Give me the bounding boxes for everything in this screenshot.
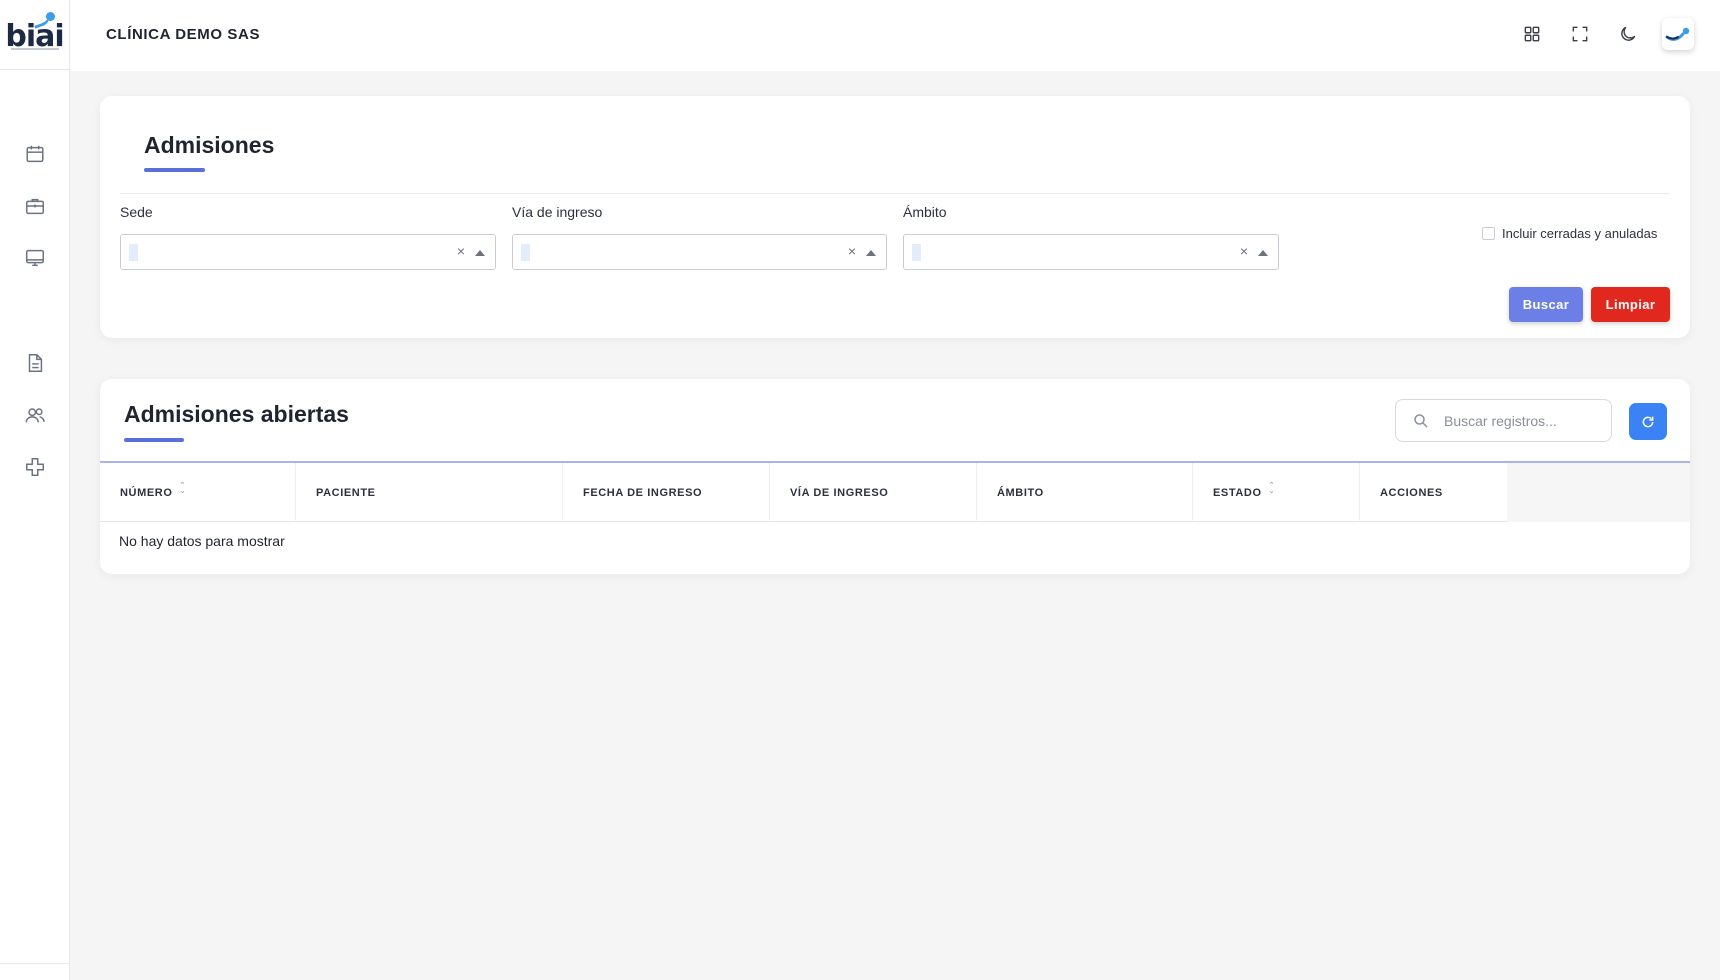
empty-table-message: No hay datos para mostrar [119,533,285,549]
fullscreen-button[interactable] [1556,14,1604,54]
table-header: NÚMERO ⌃ ⌄ PACIENTE FECHA DE INGRESO VÍA … [100,461,1690,522]
column-estado-label: ESTADO [1213,486,1262,499]
select-cursor [912,244,921,261]
via-ingreso-clear-icon[interactable]: × [848,243,856,259]
via-ingreso-select[interactable]: × [512,234,887,270]
column-paciente-label: PACIENTE [316,486,376,499]
document-icon [28,354,43,372]
ambito-clear-icon[interactable]: × [1240,243,1248,259]
select-cursor [129,244,138,261]
dark-mode-icon [1621,26,1636,41]
column-ambito[interactable]: ÁMBITO [977,463,1193,522]
column-fecha-label: FECHA DE INGRESO [583,486,703,499]
table-title: Admisiones abiertas [124,401,349,427]
column-estado[interactable]: ESTADO ⌃ ⌄ [1193,463,1360,522]
column-acciones: ACCIONES [1360,463,1507,522]
via-ingreso-label: Vía de ingreso [512,204,603,220]
sidebar: biai [0,0,70,980]
sort-icon[interactable]: ⌃ ⌄ [1269,482,1275,495]
logo-dot [46,12,55,21]
include-closed-option[interactable]: Incluir cerradas y anuladas [1482,226,1657,241]
users-icon [25,408,45,423]
apps-grid-icon [1524,26,1540,42]
column-via-label: VÍA DE INGRESO [790,486,889,499]
column-acciones-label: ACCIONES [1380,486,1443,499]
fullscreen-icon [1572,26,1588,42]
company-name: CLÍNICA DEMO SAS [106,26,261,43]
column-numero-label: NÚMERO [120,486,173,499]
briefcase-icon [26,198,44,215]
monitor-icon [26,249,44,267]
include-closed-label: Incluir cerradas y anuladas [1502,226,1658,241]
ambito-label: Ámbito [903,204,947,220]
sidebar-nav-bottom [0,337,70,493]
records-search[interactable] [1395,399,1612,442]
sidebar-item-document[interactable] [0,337,70,389]
open-admissions-card: Admisiones abiertas NÚMERO ⌃⌄ PACIENTE F… [100,379,1690,574]
sidebar-item-users[interactable] [0,389,70,441]
header-filler [1507,463,1690,522]
title-underline [144,168,205,172]
sidebar-item-medical[interactable] [0,441,70,493]
logo-tagline-mark [11,48,59,50]
column-ambito-label: ÁMBITO [997,486,1044,499]
clear-button[interactable]: Limpiar [1591,287,1670,322]
filters-divider [120,193,1670,194]
column-via-ingreso[interactable]: VÍA DE INGRESO [770,463,977,522]
sort-icon[interactable]: ⌃ ⌄ [180,482,186,495]
filters-card: Admisiones Sede × Vía de ingreso × Ámbit… [100,96,1690,338]
refresh-icon [1642,416,1654,427]
page-title: Admisiones [144,132,275,158]
sidebar-nav-top [0,128,70,284]
search-button[interactable]: Buscar [1509,287,1583,322]
top-bar-actions [1508,14,1694,54]
column-paciente[interactable]: PACIENTE [296,463,563,522]
sidebar-footer [0,963,70,980]
apps-grid-button[interactable] [1508,14,1556,54]
select-cursor [521,244,530,261]
sidebar-item-monitor[interactable] [0,232,70,284]
column-fecha-ingreso[interactable]: FECHA DE INGRESO [563,463,770,522]
table-title-underline [124,438,184,442]
refresh-button[interactable] [1629,403,1667,440]
sede-select[interactable]: × [120,234,496,270]
search-icon [1414,414,1428,428]
sede-label: Sede [120,204,153,220]
sidebar-item-briefcase[interactable] [0,180,70,232]
sede-clear-icon[interactable]: × [457,243,465,259]
ambito-caret-icon[interactable] [1258,250,1268,256]
top-bar: CLÍNICA DEMO SAS [70,0,1720,71]
app-logo[interactable]: biai [0,0,69,70]
calendar-icon [26,145,44,163]
via-ingreso-caret-icon[interactable] [866,250,876,256]
records-search-input[interactable] [1444,410,1599,432]
include-closed-checkbox[interactable] [1482,227,1495,240]
column-numero[interactable]: NÚMERO ⌃ ⌄ [100,463,296,522]
sidebar-item-calendar[interactable] [0,128,70,180]
user-avatar[interactable] [1662,18,1694,50]
dark-mode-toggle[interactable] [1604,14,1652,54]
medical-cross-icon [26,458,44,476]
sede-caret-icon[interactable] [475,250,485,256]
user-avatar-logo [1665,27,1690,41]
ambito-select[interactable]: × [903,234,1279,270]
